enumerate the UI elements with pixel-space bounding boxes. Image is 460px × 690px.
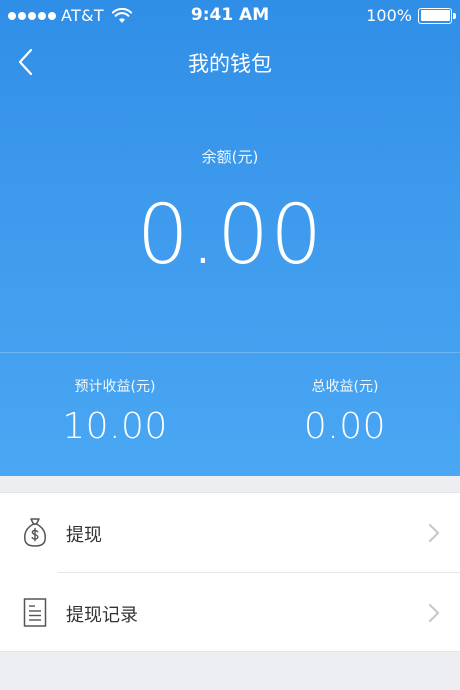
estimated-earnings: 预计收益(元) 10.00 (0, 376, 230, 448)
menu-item-withdraw-history[interactable]: 提现记录 (0, 573, 460, 652)
battery-percent: 100% (366, 6, 412, 25)
balance-label: 余额(元) (201, 148, 259, 166)
status-right: 100% (366, 6, 456, 25)
total-earnings: 总收益(元) 0.00 (230, 376, 460, 448)
menu-item-label: 提现记录 (66, 605, 138, 626)
wallet-screen: AT&T 9:41 AM 100% 我的钱包 余额(元) 0.00 预计收益(元… (0, 0, 460, 690)
balance-value: 0.00 (136, 188, 324, 283)
total-earnings-label: 总收益(元) (311, 379, 379, 395)
battery-icon (418, 7, 456, 24)
chevron-right-icon (429, 524, 439, 542)
estimated-earnings-value: 10.00 (62, 406, 168, 447)
menu-item-label: 提现 (66, 525, 102, 546)
total-earnings-value: 0.00 (303, 406, 387, 447)
chevron-right-icon (429, 604, 439, 622)
nav-bar: 我的钱包 (0, 38, 460, 84)
estimated-earnings-label: 预计收益(元) (74, 379, 156, 395)
header-divider (0, 352, 460, 353)
page-title: 我的钱包 (188, 52, 272, 76)
document-icon (23, 598, 47, 627)
money-bag-icon (24, 518, 46, 547)
status-bar: AT&T 9:41 AM 100% (0, 0, 460, 30)
wallet-menu: 提现 提现记录 (0, 492, 460, 652)
wallet-header: AT&T 9:41 AM 100% 我的钱包 余额(元) 0.00 预计收益(元… (0, 0, 460, 476)
menu-item-withdraw[interactable]: 提现 (0, 493, 460, 573)
